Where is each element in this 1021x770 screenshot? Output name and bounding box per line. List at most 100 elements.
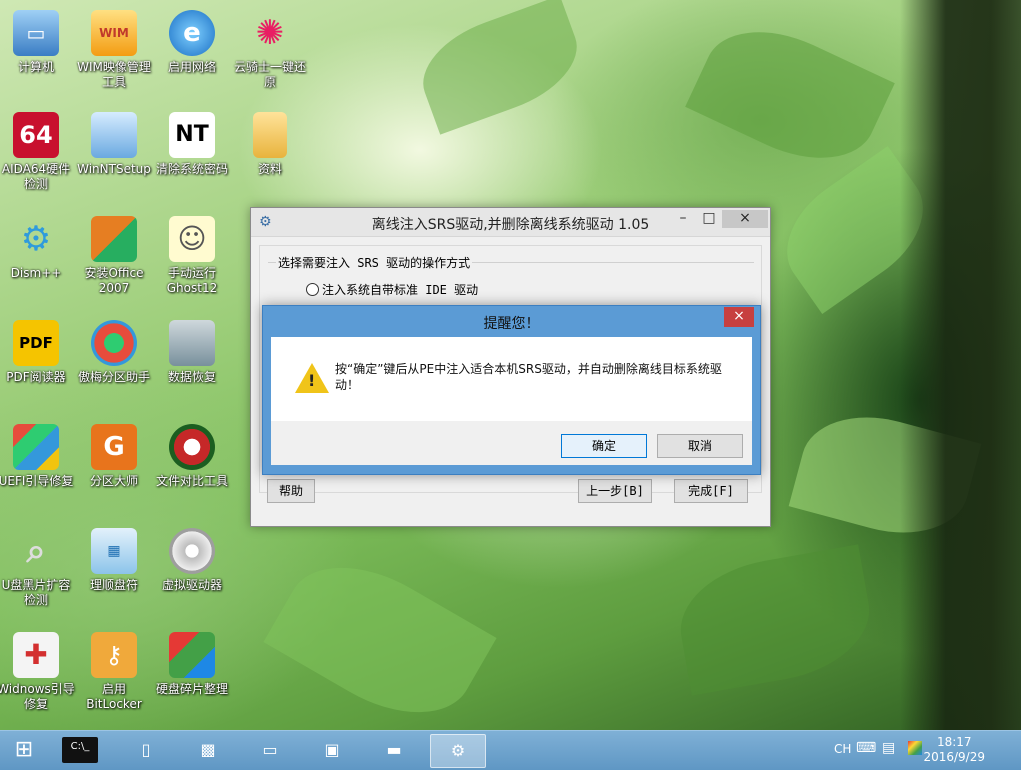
finish-button[interactable]: 完成[F]	[674, 479, 748, 503]
dialog-title: 提醒您！	[483, 316, 540, 332]
gear-icon: ⚙	[20, 219, 52, 259]
desktop-icon-office[interactable]: 安装Office 2007	[75, 216, 153, 296]
desktop-icon-restore[interactable]: ✺ 云骑士一键还原	[231, 10, 309, 90]
restore-icon: ✺	[255, 13, 285, 53]
desktop-icon-winntsetup[interactable]: WinNTSetup	[75, 112, 153, 177]
desktop-icon-diskgenius[interactable]: G 分区大师	[75, 424, 153, 489]
wallpaper-trunk	[900, 0, 1021, 730]
desktop-icon-label: 启用BitLocker	[86, 682, 142, 711]
desktop-icon-network[interactable]: e 启用网络	[153, 10, 231, 75]
desktop-icon-label: PDF阅读器	[6, 370, 66, 384]
minimize-button[interactable]: –	[670, 210, 696, 228]
recovery-icon	[169, 320, 215, 366]
office-icon	[91, 216, 137, 262]
taskbar-monitor[interactable]: ▣	[312, 734, 352, 766]
desktop-icon-label: 计算机	[17, 60, 54, 74]
desktop-icon-dism[interactable]: ⚙ Dism++	[0, 216, 75, 281]
warning-mark-icon: !	[308, 371, 316, 390]
windows-logo-icon: ⊞	[14, 737, 34, 762]
help-button[interactable]: 帮助	[267, 479, 315, 503]
ok-button[interactable]: 确定	[561, 434, 647, 458]
taskbar: ⊞ C:\_ ▯ ▩ ▭ ▣ ▬ ⚙ CH ⌨ ▤ 18:17 2016/9/2…	[0, 730, 1021, 770]
desktop-icon-label: 启用网络	[167, 60, 216, 74]
desktop-icon-label: 虚拟驱动器	[161, 578, 222, 592]
taskbar-chip[interactable]: ▬	[374, 734, 414, 766]
desktop-icon-defrag[interactable]: 硬盘碎片整理	[153, 632, 231, 697]
desktop-icon-wim[interactable]: WIM WIM映像管理工具	[75, 10, 153, 90]
language-indicator[interactable]: CH	[834, 742, 851, 756]
desktop-icon-uefi[interactable]: UEFI引导修复	[0, 424, 75, 489]
notepad-icon: ▯	[141, 740, 151, 759]
desktop-icon-aida64[interactable]: 64 AIDA64硬件检测	[0, 112, 75, 192]
dialog-titlebar[interactable]: 提醒您！ ×	[263, 306, 760, 336]
desktop-icon-ghost[interactable]: ☺ 手动运行Ghost12	[153, 216, 231, 296]
desktop-icon-label: 资料	[257, 162, 282, 176]
computer-icon: ▭	[13, 10, 59, 56]
taskbar-srs-driver[interactable]: ⚙	[430, 734, 486, 768]
chip-icon: ▬	[386, 740, 402, 759]
desktop-icon-label: 硬盘碎片整理	[155, 682, 228, 696]
desktop-icon-label: 数据恢复	[167, 370, 216, 384]
desktop-icon-virtual-drive[interactable]: 虚拟驱动器	[153, 528, 231, 593]
cube-icon: ▩	[200, 740, 216, 759]
dialog-message: 按“确定”键后从PE中注入适合本机SRS驱动，并自动删除离线目标系统驱动！	[335, 362, 722, 392]
radio-label: 注入系统自带标准 IDE 驱动	[322, 283, 479, 297]
drive-letter-icon: ▦	[91, 528, 137, 574]
radio-circle-icon[interactable]	[306, 283, 319, 296]
diskgenius-icon: G	[91, 424, 137, 470]
folder-icon: ▭	[262, 740, 278, 759]
desktop-icon-label: WIM映像管理工具	[77, 60, 151, 89]
dialog-close-button[interactable]: ×	[724, 307, 754, 327]
desktop-icon-drive-letter[interactable]: ▦ 理顺盘符	[75, 528, 153, 593]
reminder-dialog: 提醒您！ × ! 按“确定”键后从PE中注入适合本机SRS驱动，并自动删除离线目…	[262, 305, 761, 475]
desktop-icon-label: 云骑士一键还原	[233, 60, 306, 89]
uefi-icon	[13, 424, 59, 470]
clock[interactable]: 18:17 2016/9/29	[923, 735, 985, 765]
boot-repair-icon: ✚	[13, 632, 59, 678]
desktop-icon-bitlocker[interactable]: ⚷ 启用BitLocker	[75, 632, 153, 712]
desktop-icon-label: 清除系统密码	[155, 162, 228, 176]
desktop-icon-label: AIDA64硬件检测	[1, 162, 71, 191]
display-tray-icon[interactable]	[908, 741, 922, 755]
desktop-icon-label: Dism++	[10, 266, 62, 280]
radio-option-ide[interactable]: 注入系统自带标准 IDE 驱动	[306, 281, 478, 298]
desktop-icon-boot-repair[interactable]: ✚ Widnows引导修复	[0, 632, 75, 712]
taskbar-notepad[interactable]: ▯	[126, 734, 166, 766]
desktop-icon-label: 安装Office 2007	[84, 266, 144, 295]
keyboard-icon[interactable]: ⌨	[856, 740, 876, 756]
desktop-icon-label: 手动运行Ghost12	[166, 266, 218, 295]
desktop-icon-recovery[interactable]: 数据恢复	[153, 320, 231, 385]
close-button[interactable]: ×	[722, 210, 768, 228]
desktop-icon-folder[interactable]: 资料	[231, 112, 309, 177]
window-titlebar[interactable]: ⚙ 离线注入SRS驱动,并删除离线系统驱动 1.05 – □ ×	[251, 208, 770, 237]
taskbar-explorer[interactable]: ▭	[250, 734, 290, 766]
desktop-icon-compare[interactable]: 文件对比工具	[153, 424, 231, 489]
gear-icon: ⚙	[450, 741, 466, 760]
bitlocker-icon: ⚷	[91, 632, 137, 678]
desktop-icon-pdf[interactable]: PDF PDF阅读器	[0, 320, 75, 385]
taskbar-cmd[interactable]: C:\_	[62, 737, 98, 763]
maximize-button[interactable]: □	[696, 210, 722, 228]
pdf-icon: PDF	[13, 320, 59, 366]
setup-icon	[91, 112, 137, 158]
compare-icon	[169, 424, 215, 470]
cancel-button[interactable]: 取消	[657, 434, 743, 458]
network-tray-icon[interactable]: ▤	[882, 740, 895, 756]
taskbar-rubik[interactable]: ▩	[188, 734, 228, 766]
desktop-icon-label: 理顺盘符	[89, 578, 138, 592]
start-button[interactable]: ⊞	[4, 734, 44, 766]
folder-icon	[253, 112, 287, 158]
wallpaper-leaf	[671, 544, 879, 696]
dialog-message-area: ! 按“确定”键后从PE中注入适合本机SRS驱动，并自动删除离线目标系统驱动！	[271, 337, 752, 421]
desktop-icon-label: 分区大师	[89, 474, 138, 488]
desktop-icon-password[interactable]: NT 清除系统密码	[153, 112, 231, 177]
back-button[interactable]: 上一步[B]	[578, 479, 652, 503]
ghost-icon: ☺	[169, 216, 215, 262]
desktop-icon-label: 傲梅分区助手	[77, 370, 150, 384]
virtual-drive-icon	[169, 528, 215, 574]
dialog-content: ! 按“确定”键后从PE中注入适合本机SRS驱动，并自动删除离线目标系统驱动！ …	[271, 337, 752, 465]
desktop-icon-label: 文件对比工具	[155, 474, 228, 488]
desktop-icon-computer[interactable]: ▭ 计算机	[0, 10, 75, 75]
desktop-icon-usb-check[interactable]: ⌕ U盘黑片扩容检测	[0, 528, 75, 608]
desktop-icon-partition[interactable]: 傲梅分区助手	[75, 320, 153, 385]
